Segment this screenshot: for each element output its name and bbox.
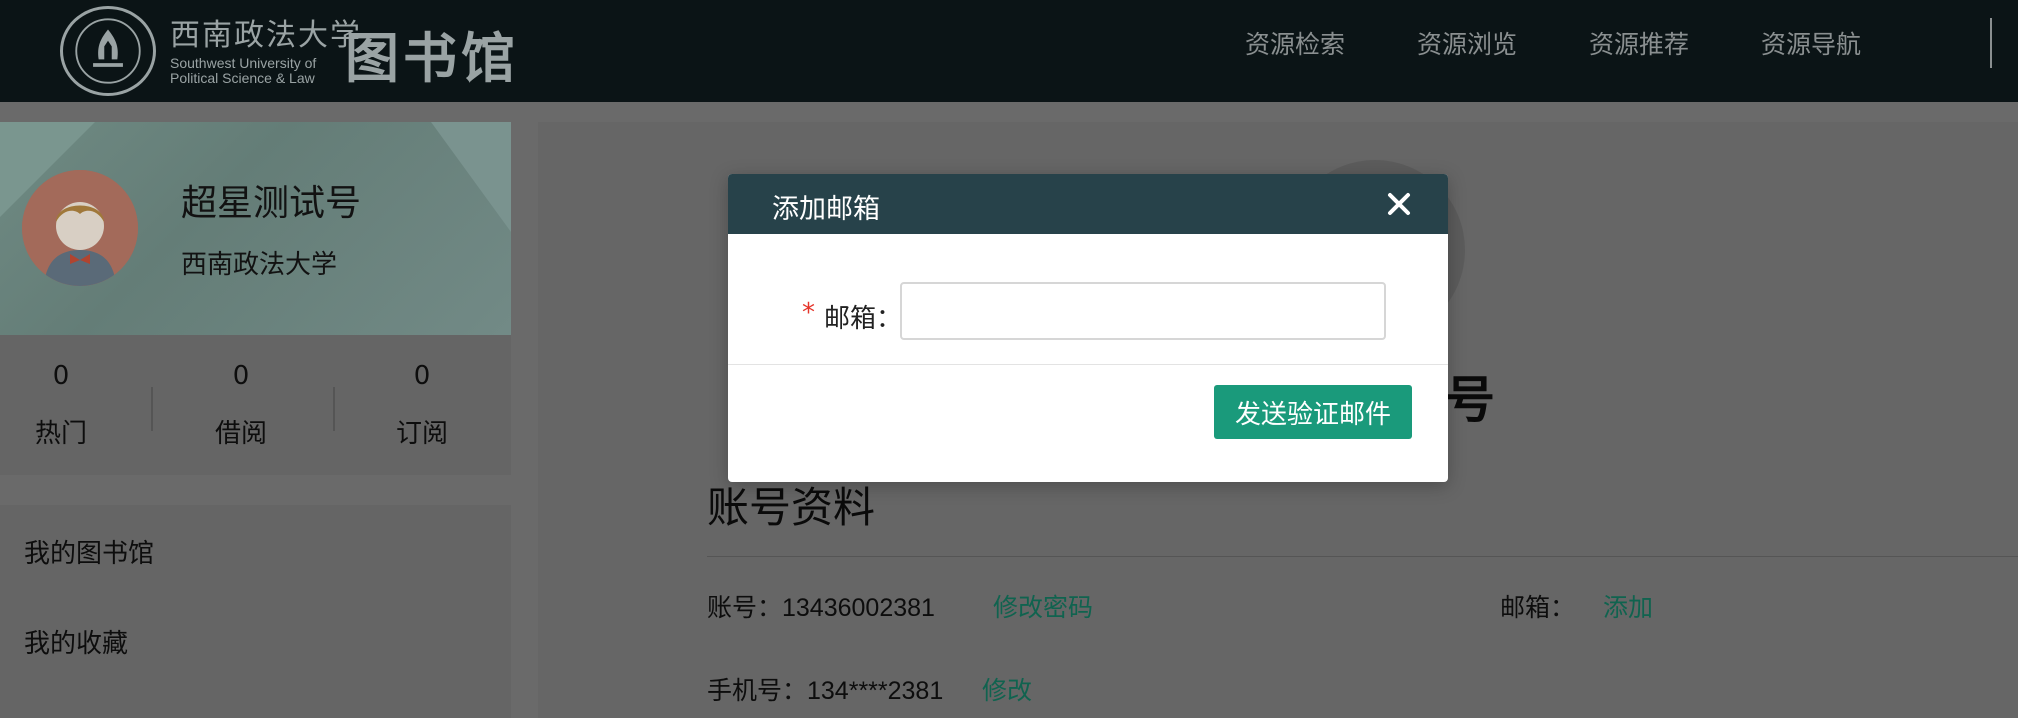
required-indicator: * — [802, 298, 815, 328]
dialog-footer: 发送验证邮件 — [728, 364, 1448, 482]
dialog-body: * 邮箱： — [728, 234, 1448, 364]
dialog-header: 添加邮箱 — [728, 174, 1448, 234]
dialog-title: 添加邮箱 — [772, 194, 880, 225]
email-input[interactable] — [900, 282, 1386, 340]
email-field-label: 邮箱： — [824, 304, 903, 334]
close-icon[interactable] — [1384, 189, 1414, 219]
send-verification-email-button[interactable]: 发送验证邮件 — [1214, 385, 1412, 439]
add-email-dialog: 添加邮箱 * 邮箱： 发送验证邮件 — [728, 174, 1448, 482]
